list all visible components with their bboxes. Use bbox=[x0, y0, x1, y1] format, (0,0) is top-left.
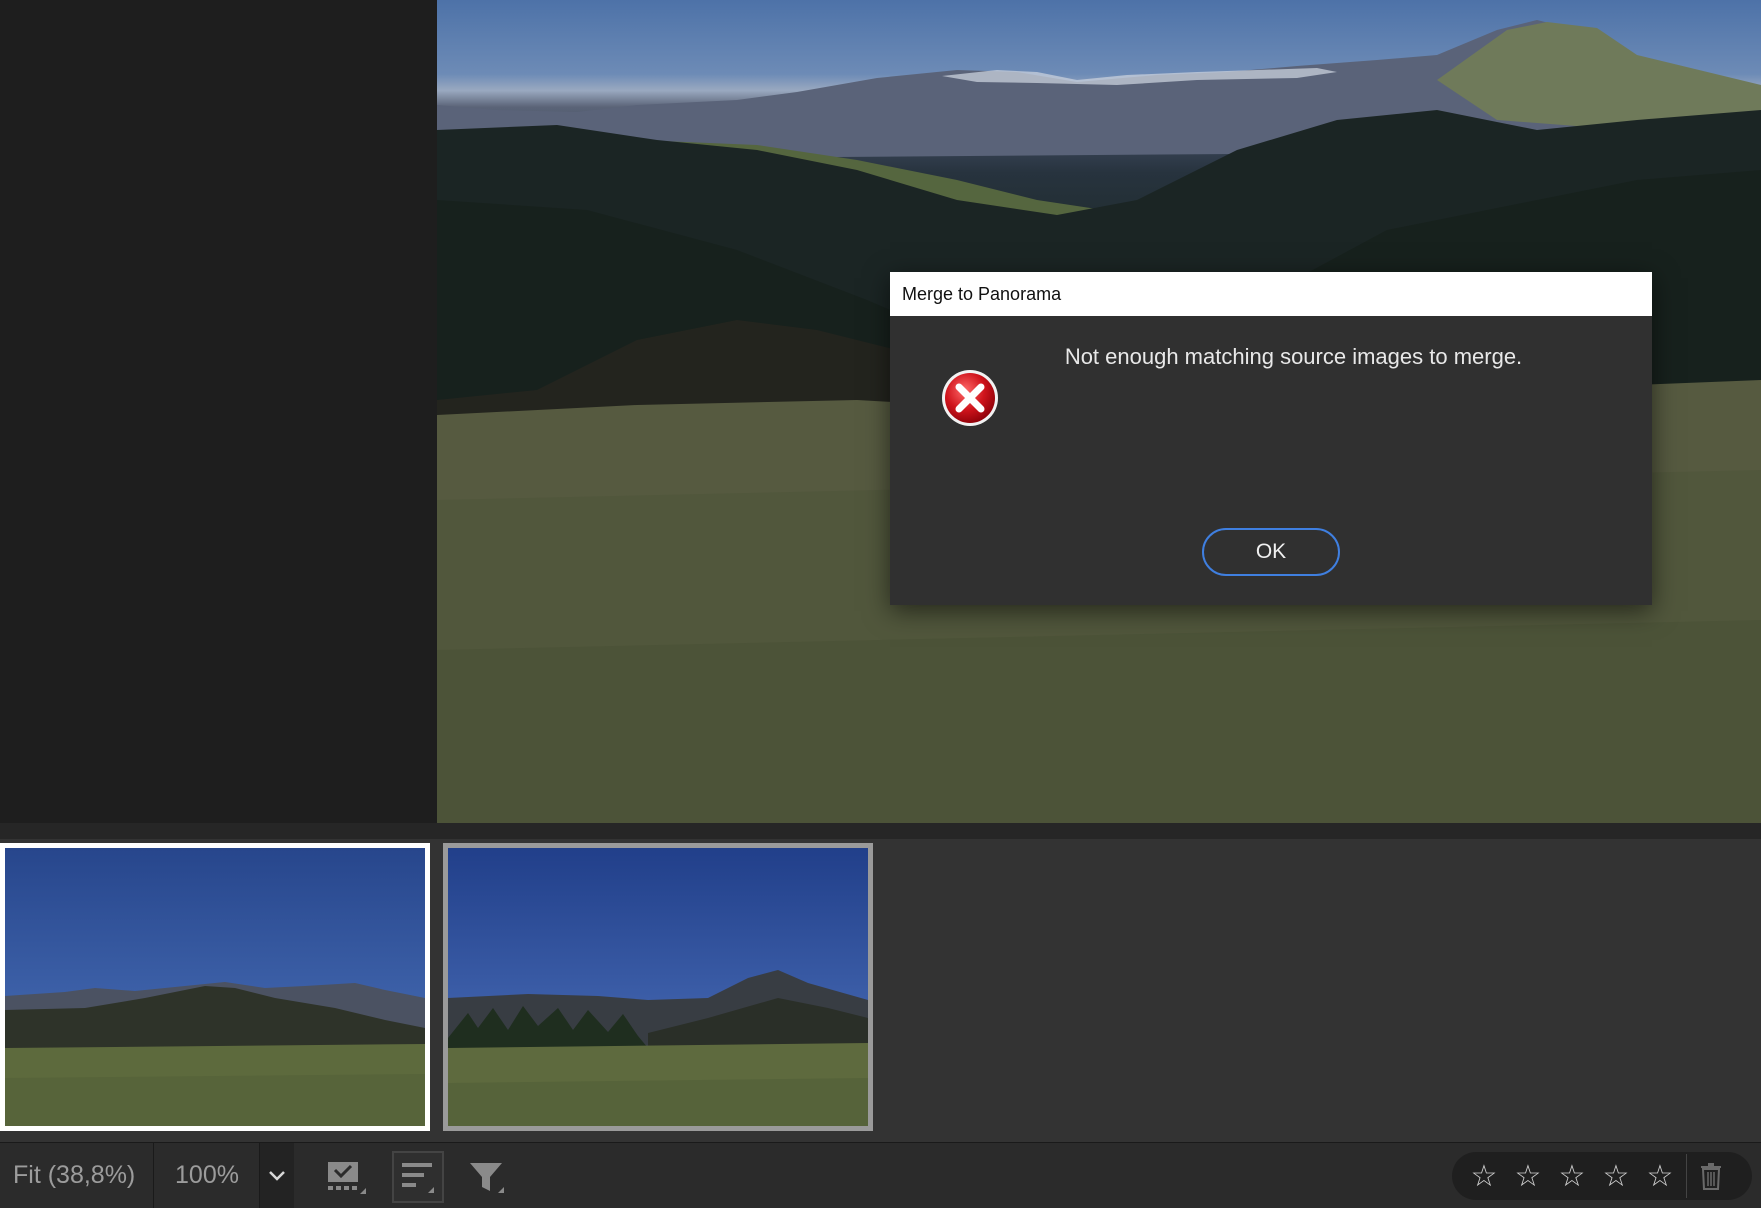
error-dialog: Merge to Panorama Not enough matching so… bbox=[890, 272, 1652, 605]
filmstrip-thumbnail[interactable] bbox=[443, 843, 873, 1131]
filmstrip-thumbnail[interactable] bbox=[0, 843, 430, 1131]
zoom-fit-button[interactable]: Fit (38,8%) bbox=[0, 1143, 154, 1208]
star-icon[interactable]: ☆ bbox=[1506, 1154, 1550, 1198]
rating-bar: ☆ ☆ ☆ ☆ ☆ bbox=[1452, 1152, 1752, 1200]
dialog-message: Not enough matching source images to mer… bbox=[1064, 344, 1523, 369]
thumbnail-image bbox=[5, 848, 425, 1126]
trash-icon[interactable] bbox=[1686, 1154, 1735, 1198]
ok-button[interactable]: OK bbox=[1202, 528, 1340, 576]
panel-divider[interactable] bbox=[0, 823, 1761, 839]
star-icon[interactable]: ☆ bbox=[1638, 1154, 1682, 1198]
star-icon[interactable]: ☆ bbox=[1462, 1154, 1506, 1198]
thumbnail-image bbox=[448, 848, 868, 1126]
star-icon[interactable]: ☆ bbox=[1550, 1154, 1594, 1198]
filter-icon[interactable] bbox=[462, 1151, 514, 1203]
dialog-titlebar[interactable]: Merge to Panorama bbox=[890, 272, 1652, 316]
sort-icon[interactable] bbox=[392, 1151, 444, 1203]
left-panel bbox=[0, 0, 437, 823]
select-images-icon[interactable] bbox=[320, 1151, 372, 1203]
zoom-100-button[interactable]: 100% bbox=[155, 1143, 260, 1208]
error-icon bbox=[940, 368, 1000, 428]
filmstrip bbox=[0, 839, 1761, 1142]
app-window: Fit (38,8%) 100% ☆ ☆ ☆ ☆ ☆ Merge to Pano… bbox=[0, 0, 1761, 1208]
dialog-title: Merge to Panorama bbox=[902, 283, 1062, 304]
star-icon[interactable]: ☆ bbox=[1594, 1154, 1638, 1198]
bottom-toolbar: Fit (38,8%) 100% ☆ ☆ ☆ ☆ ☆ bbox=[0, 1142, 1761, 1208]
chevron-down-icon[interactable] bbox=[260, 1143, 294, 1208]
